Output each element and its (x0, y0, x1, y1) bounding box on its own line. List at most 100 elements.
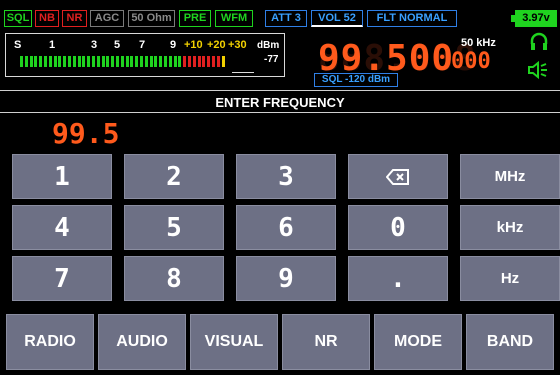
signal-bar (106, 56, 110, 67)
signal-bar (221, 56, 225, 67)
signal-bar (149, 56, 153, 67)
signal-bar (20, 56, 23, 67)
squelch-level[interactable]: SQL -120 dBm (314, 73, 398, 87)
entry-title: ENTER FREQUENCY (215, 95, 345, 110)
nb-indicator[interactable]: NB (35, 10, 59, 27)
s-tick-5: 5 (114, 39, 121, 51)
impedance-indicator[interactable]: 50 Ohm (128, 10, 175, 27)
signal-bar (154, 56, 158, 67)
key-3[interactable]: 3 (236, 154, 336, 199)
nav-nr[interactable]: NR (282, 314, 370, 370)
dbm-unit: dBm (257, 40, 280, 51)
s-tick-7: 7 (139, 39, 146, 51)
backspace-icon (386, 168, 409, 185)
signal-bar (82, 56, 86, 67)
signal-bar (183, 56, 187, 67)
signal-bar (173, 56, 177, 67)
signal-bar (168, 56, 172, 67)
key-1[interactable]: 1 (12, 154, 112, 199)
mhz-button[interactable]: MHz (460, 154, 560, 199)
signal-bar (111, 56, 115, 67)
signal-bar (92, 56, 95, 67)
signal-bar (24, 56, 28, 67)
battery-icon (511, 15, 515, 22)
nav-band[interactable]: BAND (466, 314, 554, 370)
s-tick-3: 3 (91, 39, 98, 51)
volume-indicator[interactable]: VOL 52 (311, 10, 363, 27)
divider-bottom (0, 112, 560, 113)
signal-bar (120, 56, 124, 67)
signal-bar (197, 56, 201, 67)
key-7[interactable]: 7 (12, 256, 112, 301)
signal-bar (34, 56, 38, 67)
backspace-button[interactable] (348, 154, 448, 199)
nav-mode[interactable]: MODE (374, 314, 462, 370)
filter-indicator[interactable]: FLT NORMAL (367, 10, 457, 27)
signal-bar (77, 56, 81, 67)
frequency-fine-digits: 000 (451, 49, 491, 74)
signal-bar (87, 56, 91, 67)
key-8[interactable]: 8 (124, 256, 224, 301)
agc-indicator[interactable]: AGC (90, 10, 124, 27)
signal-bar (116, 56, 119, 67)
signal-bar (202, 56, 206, 67)
battery-indicator: 3.97v (511, 10, 557, 27)
signal-bar (101, 56, 105, 67)
signal-bar (144, 56, 148, 67)
key-6[interactable]: 6 (236, 205, 336, 250)
signal-bar (44, 56, 47, 67)
tuning-step[interactable]: 50 kHz (461, 37, 496, 49)
key-0[interactable]: 0 (348, 205, 448, 250)
key-5[interactable]: 5 (124, 205, 224, 250)
signal-bar (135, 56, 139, 67)
entered-frequency: 99.5 (52, 117, 120, 150)
preamp-indicator[interactable]: PRE (179, 10, 211, 27)
s-meter-label: S (14, 39, 22, 51)
signal-bar (125, 56, 129, 67)
signal-bar (39, 56, 43, 67)
signal-bar (96, 56, 100, 67)
att-indicator[interactable]: ATT 3 (265, 10, 307, 27)
nav-audio[interactable]: AUDIO (98, 314, 186, 370)
sql-indicator[interactable]: SQL (4, 10, 32, 27)
key-2[interactable]: 2 (124, 154, 224, 199)
signal-bar (58, 56, 62, 67)
signal-bar (164, 56, 167, 67)
khz-button[interactable]: kHz (460, 205, 560, 250)
signal-bar (207, 56, 211, 67)
signal-bar (53, 56, 57, 67)
s-tick-plus10: +10 (184, 39, 203, 51)
dbm-reading: -77 (264, 54, 279, 65)
battery-voltage: 3.97v (522, 12, 550, 24)
signal-bar (192, 56, 196, 67)
signal-bar (72, 56, 76, 67)
signal-bar (130, 56, 134, 67)
nav-radio[interactable]: RADIO (6, 314, 94, 370)
signal-bar (188, 56, 191, 67)
nr-indicator[interactable]: NR (62, 10, 87, 27)
signal-bar (178, 56, 182, 67)
key-decimal[interactable]: . (348, 256, 448, 301)
nav-visual[interactable]: VISUAL (190, 314, 278, 370)
signal-bar (216, 56, 220, 67)
signal-bar (63, 56, 67, 67)
signal-bar (48, 56, 52, 67)
s-tick-plus20: +20 (207, 39, 226, 51)
signal-bar (29, 56, 33, 67)
s-meter: S 1 3 5 7 9 +10 +20 +30 dBm -77 (5, 33, 285, 77)
s-tick-plus30: +30 (228, 39, 247, 51)
signal-bar (212, 56, 215, 67)
s-tick-1: 1 (49, 39, 56, 51)
key-4[interactable]: 4 (12, 205, 112, 250)
divider-top (0, 90, 560, 91)
speaker-icon[interactable] (527, 60, 549, 85)
headphones-icon[interactable] (530, 32, 548, 57)
hz-button[interactable]: Hz (460, 256, 560, 301)
signal-bar (159, 56, 163, 67)
s-tick-9: 9 (170, 39, 177, 51)
wfm-indicator[interactable]: WFM (215, 10, 253, 27)
key-9[interactable]: 9 (236, 256, 336, 301)
meter-underline (232, 72, 254, 73)
signal-bar (68, 56, 71, 67)
signal-bar (140, 56, 143, 67)
